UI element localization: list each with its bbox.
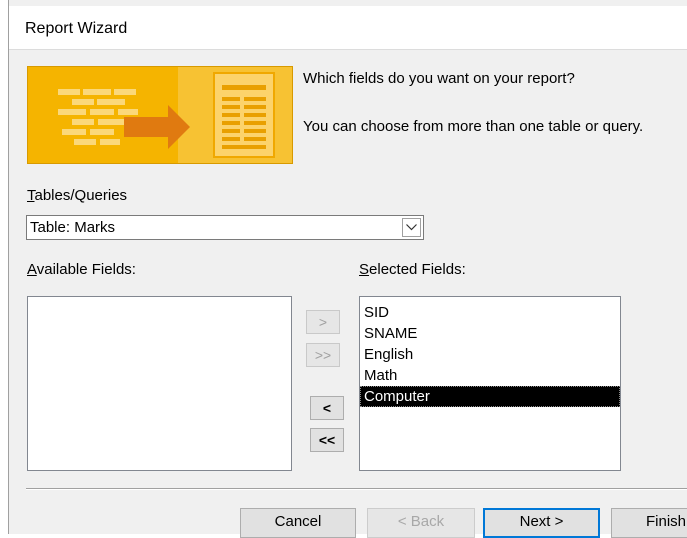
tables-queries-label: Tables/Queries <box>27 187 127 204</box>
tables-queries-label-text: ables/Queries <box>34 187 128 204</box>
tables-queries-accesskey: T <box>27 187 35 204</box>
selected-fields-accesskey: S <box>359 261 370 278</box>
available-fields-label-text: vailable Fields: <box>36 261 136 278</box>
intro-question: Which fields do you want on your report? <box>303 70 575 87</box>
dropdown-button[interactable] <box>402 218 421 237</box>
list-item-selected[interactable]: Computer <box>360 386 620 407</box>
remove-field-button[interactable]: < <box>310 396 344 420</box>
available-fields-label: Available Fields: <box>27 261 136 278</box>
tables-queries-value: Table: Marks <box>30 219 116 236</box>
available-fields-list[interactable] <box>27 296 292 471</box>
report-wizard-illustration-icon <box>28 67 292 163</box>
window-title: Report Wizard <box>25 20 128 37</box>
selected-fields-label-text: elected Fields: <box>369 261 466 278</box>
intro-hint: You can choose from more than one table … <box>303 118 644 135</box>
add-field-button[interactable]: > <box>306 310 340 334</box>
list-item[interactable]: English <box>360 344 620 365</box>
remove-all-fields-button[interactable]: << <box>310 428 344 452</box>
chevron-down-icon <box>406 224 417 231</box>
wizard-banner-graphic <box>27 66 293 164</box>
tables-queries-dropdown[interactable]: Table: Marks <box>26 215 424 240</box>
add-all-fields-button[interactable]: >> <box>306 343 340 367</box>
list-item[interactable]: Math <box>360 365 620 386</box>
footer-divider-highlight <box>26 489 687 490</box>
list-item[interactable]: SNAME <box>360 323 620 344</box>
list-item[interactable]: SID <box>360 302 620 323</box>
selected-fields-list[interactable]: SID SNAME English Math Computer <box>359 296 621 471</box>
title-bar: Report Wizard <box>9 6 687 50</box>
available-fields-accesskey: A <box>27 261 37 278</box>
selected-fields-label: Selected Fields: <box>359 261 466 278</box>
